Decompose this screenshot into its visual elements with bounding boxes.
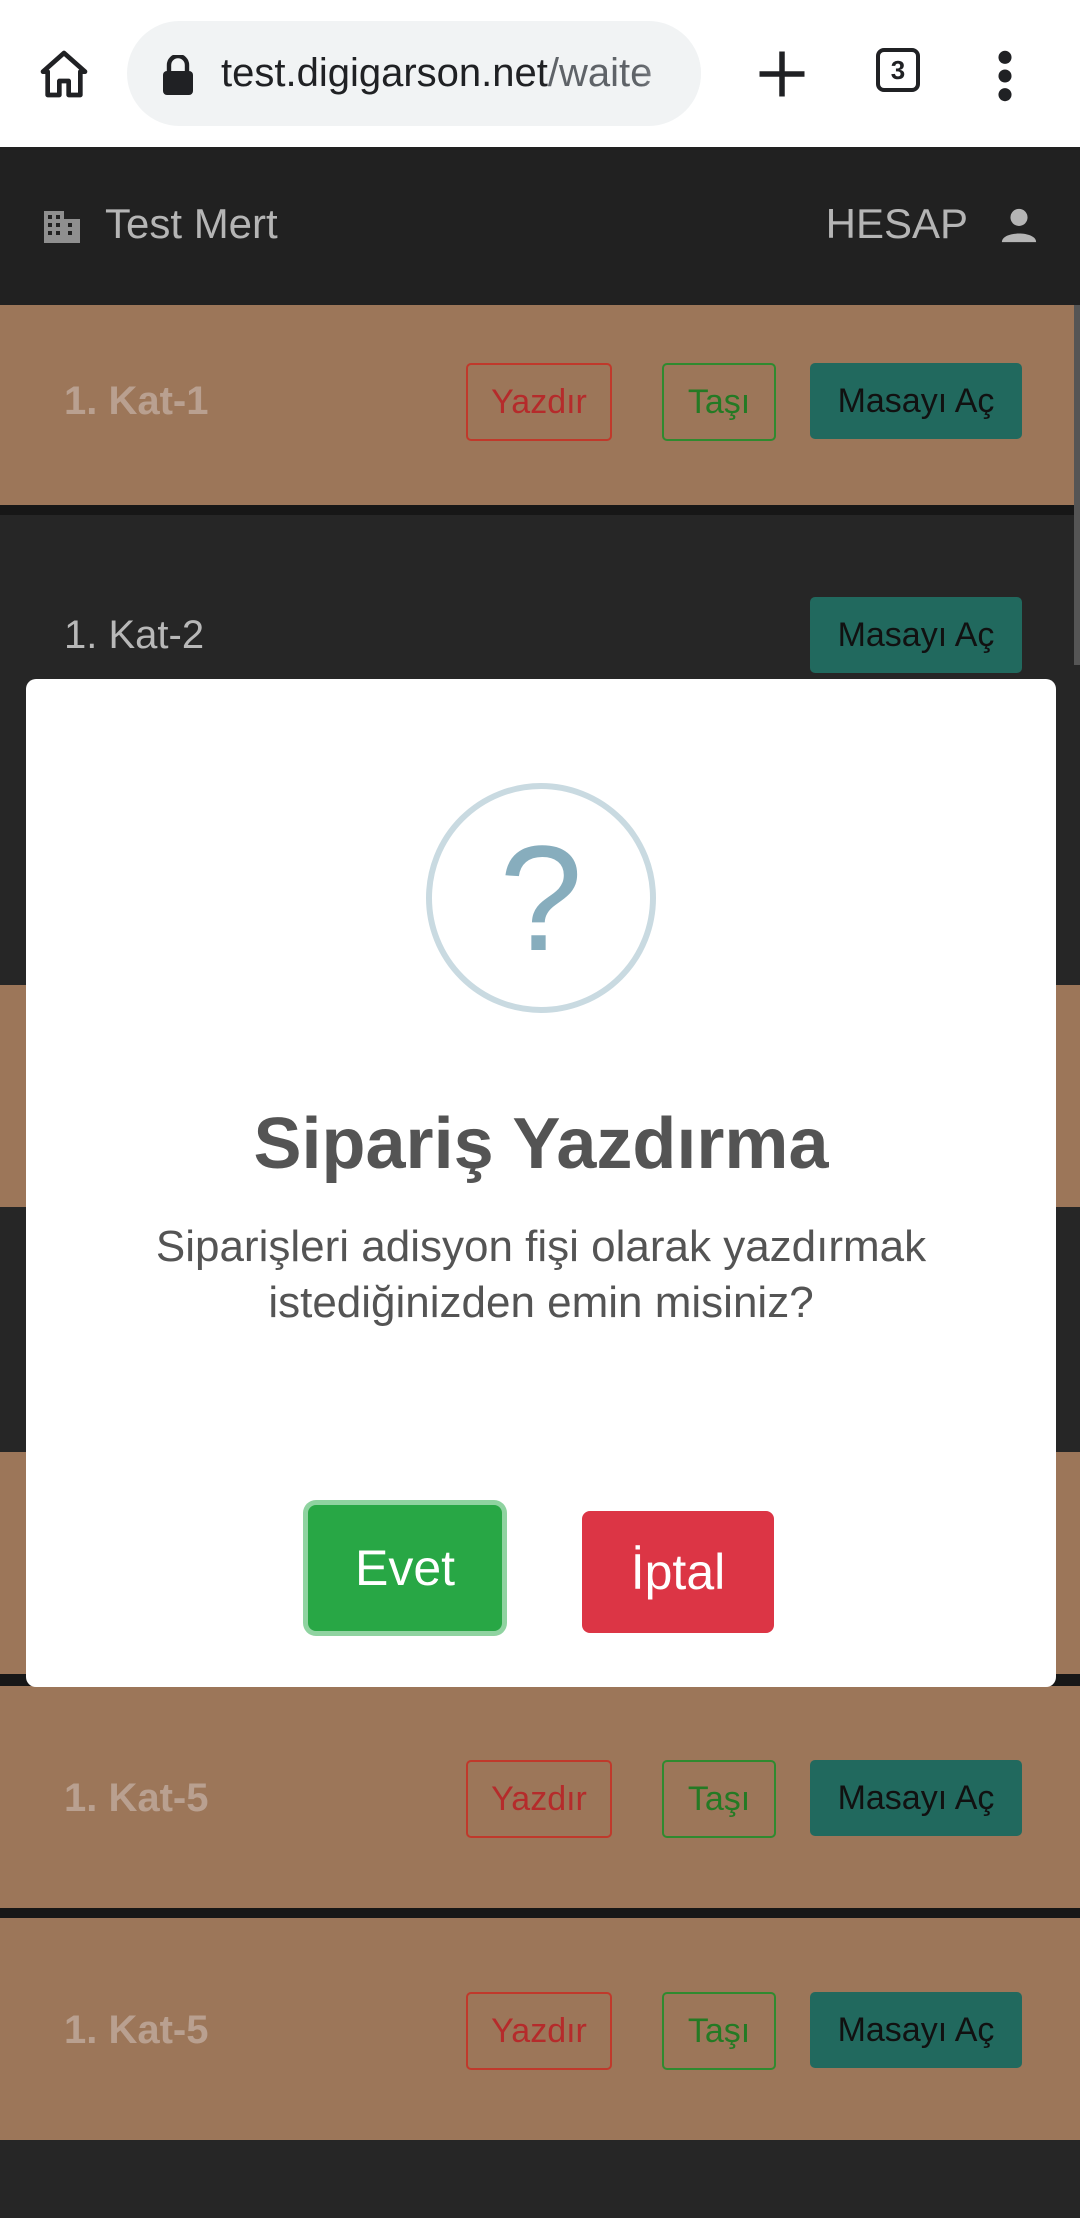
question-mark: ?: [499, 814, 583, 982]
question-icon: ?: [426, 783, 656, 1013]
confirm-button[interactable]: Evet: [308, 1505, 502, 1631]
modal-backdrop[interactable]: ? Sipariş Yazdırma Siparişleri adisyon f…: [0, 0, 1080, 2218]
cancel-button[interactable]: İptal: [582, 1511, 774, 1633]
dialog-title: Sipariş Yazdırma: [253, 1104, 829, 1184]
dialog-message: Siparişleri adisyon fişi olarak yazdırma…: [155, 1222, 927, 1327]
confirm-dialog: ? Sipariş Yazdırma Siparişleri adisyon f…: [26, 679, 1056, 1687]
